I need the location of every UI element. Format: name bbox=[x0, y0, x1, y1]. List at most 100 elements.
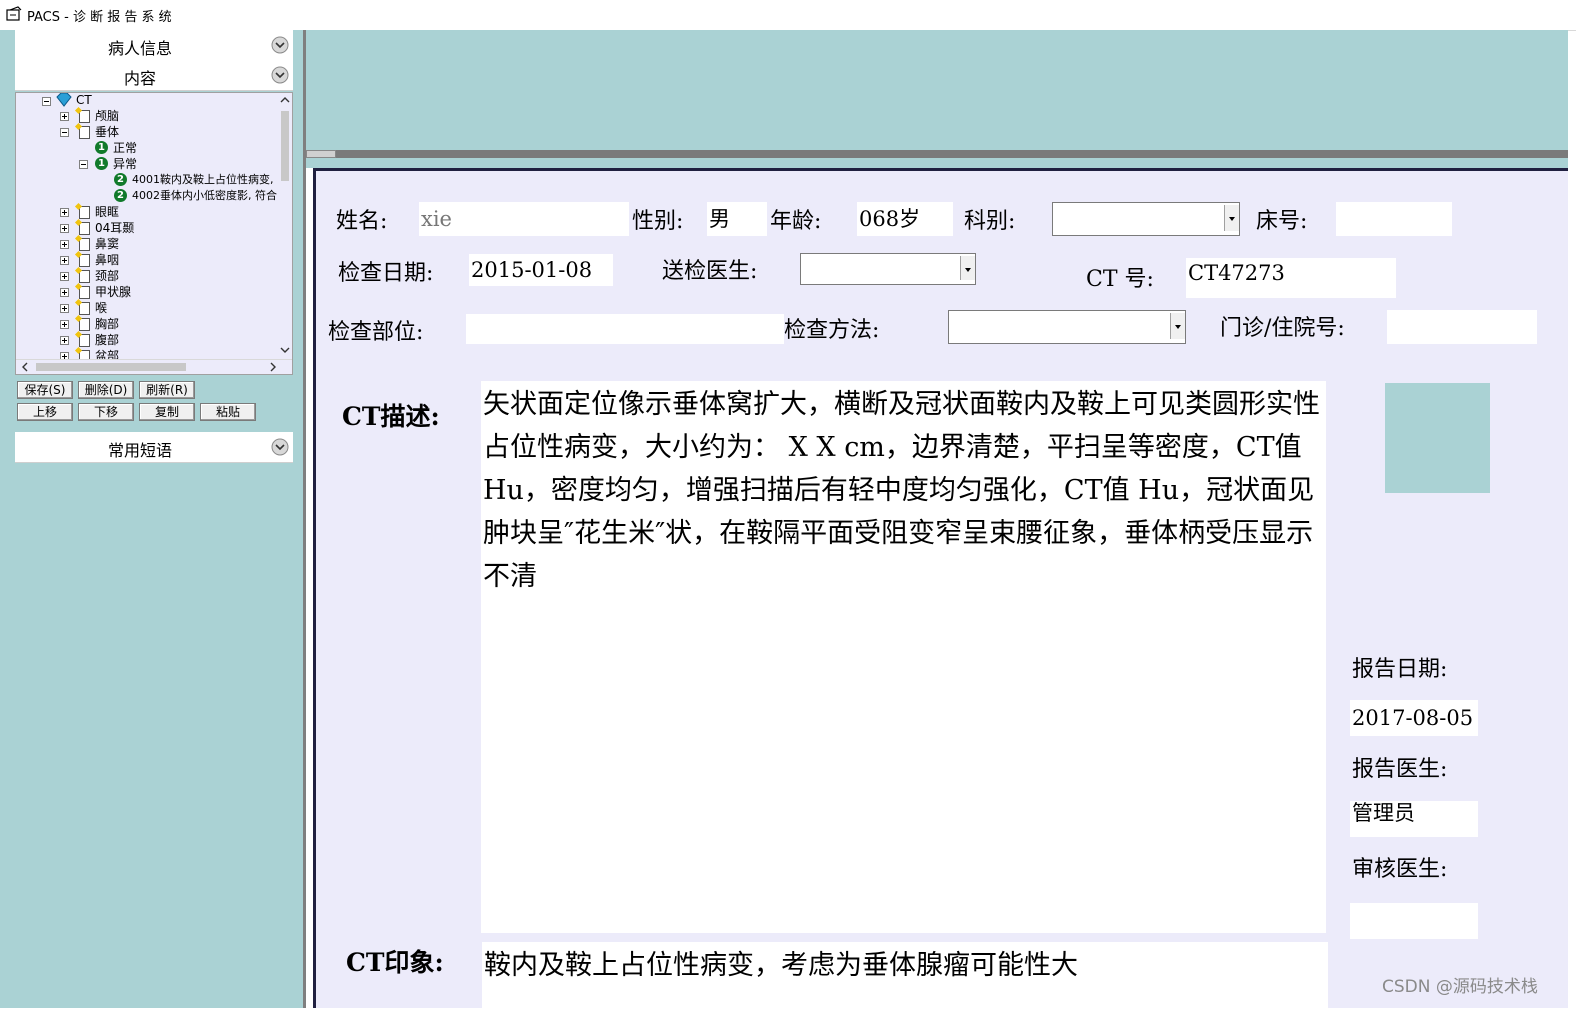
level-badge-icon: 2 bbox=[114, 189, 127, 202]
exam-method-label: 检查方法: bbox=[784, 318, 880, 343]
age-field[interactable]: 068岁 bbox=[857, 202, 953, 236]
dropdown-arrow-icon[interactable] bbox=[960, 256, 975, 280]
scroll-right-icon[interactable] bbox=[268, 362, 278, 372]
signature-image bbox=[1385, 383, 1490, 493]
expand-icon[interactable] bbox=[60, 272, 69, 281]
copy-button[interactable]: 复制 bbox=[139, 403, 195, 421]
document-icon bbox=[79, 302, 90, 315]
exam-method-select[interactable] bbox=[948, 310, 1186, 344]
expand-icon[interactable] bbox=[60, 288, 69, 297]
report-doctor-label: 报告医生: bbox=[1352, 757, 1448, 782]
tree-node[interactable]: 胸部 bbox=[95, 317, 119, 331]
scroll-thumb[interactable] bbox=[281, 111, 289, 181]
report-date-field[interactable]: 2017-08-05 bbox=[1350, 700, 1478, 736]
image-area bbox=[306, 30, 1568, 150]
document-icon bbox=[79, 254, 90, 267]
move-down-button[interactable]: 下移 bbox=[78, 403, 134, 421]
tree-vertical-scrollbar[interactable] bbox=[278, 93, 292, 361]
template-tree[interactable]: CT 颅脑 垂体 1 正常 1 异常 2 4001鞍内及鞍上占位性病变, 2 4… bbox=[15, 92, 293, 375]
app-icon bbox=[6, 6, 22, 21]
collapse-icon[interactable] bbox=[42, 97, 51, 106]
expand-icon[interactable] bbox=[60, 320, 69, 329]
expand-icon[interactable] bbox=[60, 336, 69, 345]
level-badge-icon: 1 bbox=[95, 141, 108, 154]
accordion-content[interactable]: 内容 bbox=[15, 60, 293, 91]
document-icon bbox=[79, 286, 90, 299]
accordion-patient-info[interactable]: 病人信息 bbox=[15, 30, 293, 61]
referring-doctor-label: 送检医生: bbox=[662, 259, 758, 284]
expand-icon[interactable] bbox=[60, 112, 69, 121]
ct-description-textarea[interactable]: 矢状面定位像示垂体窝扩大，横断及冠状面鞍内及鞍上可见类圆形实性占位性病变，大小约… bbox=[481, 381, 1326, 933]
review-doctor-field[interactable] bbox=[1350, 903, 1478, 939]
tree-node-root[interactable]: CT bbox=[76, 93, 92, 107]
tree-node[interactable]: 颅脑 bbox=[95, 109, 119, 123]
tree-node[interactable]: 甲状腺 bbox=[95, 285, 131, 299]
scroll-thumb[interactable] bbox=[36, 363, 186, 371]
expand-icon[interactable] bbox=[60, 224, 69, 233]
tree-node[interactable]: 4002垂体内小低密度影, 符合 bbox=[132, 189, 277, 203]
expand-icon[interactable] bbox=[60, 208, 69, 217]
tree-node[interactable]: 4001鞍内及鞍上占位性病变, bbox=[132, 173, 274, 187]
tree-node[interactable]: 正常 bbox=[113, 141, 137, 155]
tree-horizontal-scrollbar[interactable] bbox=[16, 359, 292, 374]
expand-icon[interactable] bbox=[60, 240, 69, 249]
scroll-down-icon[interactable] bbox=[280, 345, 290, 355]
chevron-down-icon[interactable] bbox=[271, 438, 289, 456]
move-up-button[interactable]: 上移 bbox=[17, 403, 73, 421]
report-form: 姓名: xie 性别: 男 年龄: 068岁 科别: 床号: 检查日期: 201… bbox=[313, 168, 1568, 1011]
delete-button[interactable]: 删除(D) bbox=[78, 381, 134, 399]
scroll-up-icon[interactable] bbox=[280, 95, 290, 105]
dept-label: 科别: bbox=[964, 209, 1016, 234]
report-date-label: 报告日期: bbox=[1352, 657, 1448, 682]
dept-select[interactable] bbox=[1052, 202, 1240, 236]
name-field[interactable]: xie bbox=[419, 202, 629, 236]
tree-node[interactable]: 颈部 bbox=[95, 269, 119, 283]
tree-node[interactable]: 鼻窦 bbox=[95, 237, 119, 251]
accordion-common-phrases[interactable]: 常用短语 bbox=[15, 432, 293, 463]
document-icon bbox=[79, 318, 90, 331]
dropdown-arrow-icon[interactable] bbox=[1170, 313, 1185, 339]
exam-date-label: 检查日期: bbox=[338, 261, 434, 286]
tree-node[interactable]: 喉 bbox=[95, 301, 107, 315]
ct-impression-textarea[interactable]: 鞍内及鞍上占位性病变，考虑为垂体腺瘤可能性大 bbox=[482, 942, 1328, 1011]
horizontal-splitter[interactable] bbox=[306, 150, 1568, 158]
tree-node[interactable]: 垂体 bbox=[95, 125, 119, 139]
tree-node[interactable]: 鼻咽 bbox=[95, 253, 119, 267]
exam-site-field[interactable] bbox=[466, 314, 784, 344]
sex-field[interactable]: 男 bbox=[707, 202, 767, 236]
dropdown-arrow-icon[interactable] bbox=[1224, 205, 1239, 231]
level-badge-icon: 1 bbox=[95, 157, 108, 170]
tree-node[interactable]: 腹部 bbox=[95, 333, 119, 347]
collapse-icon[interactable] bbox=[60, 128, 69, 137]
collapse-icon[interactable] bbox=[79, 160, 88, 169]
ct-number-field[interactable]: CT47273 bbox=[1186, 258, 1396, 298]
scroll-left-icon[interactable] bbox=[20, 362, 30, 372]
outpatient-field[interactable] bbox=[1387, 310, 1537, 344]
tree-node[interactable]: 04耳颞 bbox=[95, 221, 134, 235]
tree-node[interactable]: 异常 bbox=[113, 157, 137, 171]
watermark: CSDN @源码技术栈 bbox=[1382, 977, 1538, 997]
bed-field[interactable] bbox=[1336, 202, 1452, 236]
age-label: 年龄: bbox=[770, 209, 822, 234]
paste-button[interactable]: 粘贴 bbox=[200, 403, 256, 421]
tree-node[interactable]: 眼眶 bbox=[95, 205, 119, 219]
report-frame bbox=[306, 158, 1568, 168]
save-button[interactable]: 保存(S) bbox=[17, 381, 73, 399]
ct-impression-label: CT印象: bbox=[346, 948, 444, 977]
report-doctor-field[interactable]: 管理员 bbox=[1350, 801, 1478, 837]
accordion-label: 病人信息 bbox=[107, 39, 172, 58]
exam-date-field[interactable]: 2015-01-08 bbox=[469, 254, 613, 286]
bed-label: 床号: bbox=[1256, 209, 1308, 234]
expand-icon[interactable] bbox=[60, 304, 69, 313]
referring-doctor-select[interactable] bbox=[800, 253, 976, 285]
chevron-down-icon[interactable] bbox=[271, 66, 289, 84]
document-icon bbox=[79, 126, 90, 139]
chevron-down-icon[interactable] bbox=[271, 36, 289, 54]
sex-label: 性别: bbox=[632, 209, 684, 234]
panel-splitter[interactable] bbox=[303, 30, 306, 1008]
ct-description-label: CT描述: bbox=[342, 402, 440, 431]
document-icon bbox=[79, 206, 90, 219]
refresh-button[interactable]: 刷新(R) bbox=[139, 381, 195, 399]
splitter-grip[interactable] bbox=[306, 150, 336, 158]
expand-icon[interactable] bbox=[60, 256, 69, 265]
